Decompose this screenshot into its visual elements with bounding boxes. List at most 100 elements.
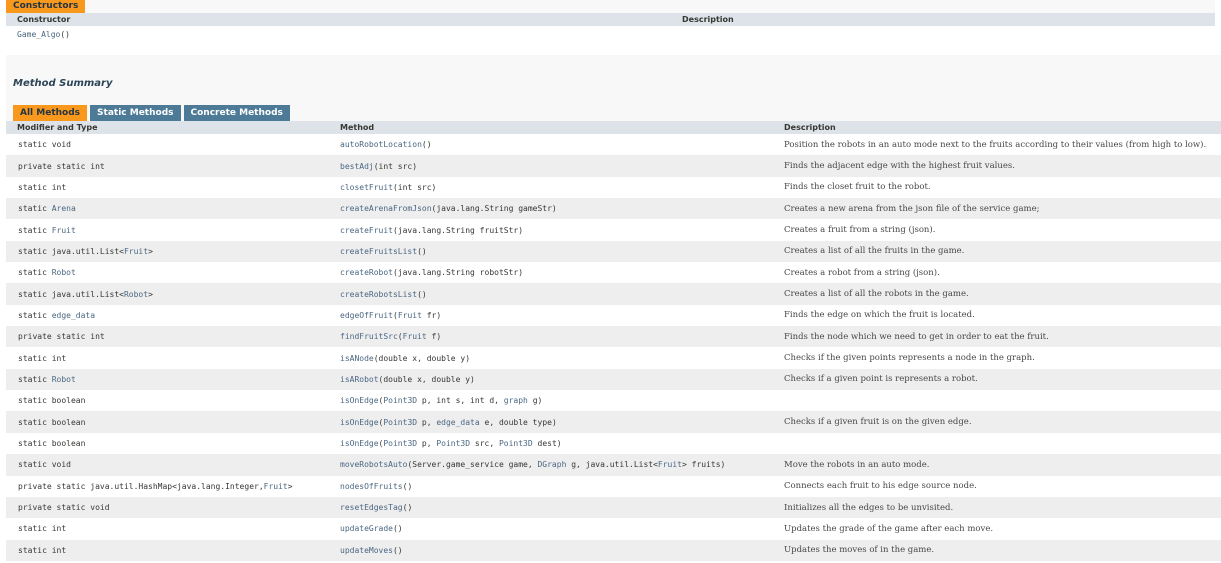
type-link[interactable]: Fruit xyxy=(124,247,148,256)
method-name-link[interactable]: createRobot xyxy=(340,268,393,277)
method-name-link[interactable]: createFruitsList xyxy=(340,247,417,256)
method-table-header: Modifier and Type Method Description xyxy=(6,121,1221,134)
method-description: Connects each fruit to his edge source n… xyxy=(784,481,977,492)
method-signature-cell: isOnEdge(Point3D p, int s, int d, graph … xyxy=(322,396,772,405)
signature-text: fr) xyxy=(421,310,442,320)
modifier-type-cell: static java.util.List<Fruit> xyxy=(6,247,322,256)
constructor-description-header: Description xyxy=(682,15,734,24)
signature-text: static void xyxy=(18,140,71,150)
method-name-link[interactable]: updateMoves xyxy=(340,546,393,555)
signature-text: (int src) xyxy=(373,161,418,171)
modifier-type-cell: static int xyxy=(6,524,322,533)
type-link[interactable]: Point3D xyxy=(499,439,533,448)
type-link[interactable]: Robot xyxy=(124,290,148,299)
modifier-type-cell: private static java.util.HashMap<java.la… xyxy=(6,482,322,491)
method-signature-cell: autoRobotLocation() xyxy=(322,140,772,149)
method-name-link[interactable]: edgeOfFruit xyxy=(340,311,393,320)
type-link[interactable]: Fruit xyxy=(264,482,288,491)
signature-text: static xyxy=(18,310,52,320)
type-link[interactable]: graph xyxy=(504,396,528,405)
modifier-type-cell: private static int xyxy=(6,162,322,171)
signature-text: (double x, double y) xyxy=(373,353,471,363)
constructor-params: () xyxy=(60,30,70,39)
signature-text: (java.lang.String fruitStr) xyxy=(392,225,524,235)
signature-text: e, double type) xyxy=(479,417,557,427)
type-link[interactable]: Robot xyxy=(52,268,76,277)
signature-text: private static int xyxy=(18,332,105,342)
type-link[interactable]: Fruit xyxy=(398,311,422,320)
method-description: Move the robots in an auto mode. xyxy=(784,459,930,470)
method-name-link[interactable]: createFruit xyxy=(340,226,393,235)
modifier-type-cell: static edge_data xyxy=(6,311,322,320)
method-name-link[interactable]: updateGrade xyxy=(340,524,393,533)
method-name-link[interactable]: createRobotsList xyxy=(340,290,417,299)
type-link[interactable]: Point3D xyxy=(383,418,417,427)
type-link[interactable]: Arena xyxy=(52,204,76,213)
method-name-link[interactable]: bestAdj xyxy=(340,162,374,171)
signature-text: p, xyxy=(417,417,437,427)
method-name-link[interactable]: resetEdgesTag xyxy=(340,503,403,512)
modifier-type-cell: static Robot xyxy=(6,268,322,277)
signature-text: (Server.game_service game, xyxy=(407,460,538,470)
signature-text: static xyxy=(18,374,52,384)
signature-text: static xyxy=(18,225,52,235)
modifier-type-cell: static Fruit xyxy=(6,226,322,235)
type-link[interactable]: Robot xyxy=(52,375,76,384)
method-description: Creates a robot from a string (json). xyxy=(784,267,940,278)
modifier-type-cell: static java.util.List<Robot> xyxy=(6,290,322,299)
constructors-caption-tab: Constructors xyxy=(6,0,86,13)
type-link[interactable]: DGraph xyxy=(537,460,566,469)
modifier-type-cell: static void xyxy=(6,460,322,469)
signature-text: static xyxy=(18,268,52,278)
method-description: Initializes all the edges to be unvisite… xyxy=(784,502,954,513)
method-name-link[interactable]: isANode xyxy=(340,354,374,363)
modifier-type-cell: static boolean xyxy=(6,396,322,405)
method-signature-cell: createFruit(java.lang.String fruitStr) xyxy=(322,226,772,235)
method-name-link[interactable]: nodesOfFruits xyxy=(340,482,403,491)
constructor-column-header: Constructor xyxy=(17,15,71,24)
signature-text: private static int xyxy=(18,161,105,171)
signature-text: static void xyxy=(18,460,71,470)
signature-text: dest) xyxy=(532,438,562,448)
signature-text: static boolean xyxy=(18,438,86,448)
method-signature-cell: createArenaFromJson(java.lang.String gam… xyxy=(322,204,772,213)
method-name-link[interactable]: createArenaFromJson xyxy=(340,204,432,213)
constructor-link[interactable]: Game_Algo xyxy=(17,30,60,39)
tab-all-methods[interactable]: All Methods xyxy=(13,105,88,121)
method-name-link[interactable]: isOnEdge xyxy=(340,418,379,427)
signature-text: p, xyxy=(417,438,437,448)
signature-text: private static void xyxy=(18,503,110,513)
method-name-link[interactable]: findFruitSrc xyxy=(340,332,398,341)
method-name-link[interactable]: isOnEdge xyxy=(340,396,379,405)
type-link[interactable]: Fruit xyxy=(52,226,76,235)
modifier-column-header: Modifier and Type xyxy=(17,123,98,132)
tab-static-methods[interactable]: Static Methods xyxy=(90,105,181,121)
signature-text: > xyxy=(287,481,293,491)
type-link[interactable]: edge_data xyxy=(436,418,479,427)
modifier-type-cell: static int xyxy=(6,354,322,363)
method-description: Creates a list of all the robots in the … xyxy=(784,289,969,300)
type-link[interactable]: Point3D xyxy=(436,439,470,448)
method-row: static edge_data edgeOfFruit(Fruit fr) Fin… xyxy=(6,304,1221,327)
type-link[interactable]: Fruit xyxy=(403,332,427,341)
modifier-type-cell: private static int xyxy=(6,332,322,341)
method-row: static boolean isOnEdge(Point3D p, edge_d… xyxy=(6,411,1221,433)
signature-text: > xyxy=(148,289,153,299)
method-signature-cell: bestAdj(int src) xyxy=(322,162,772,171)
method-name-link[interactable]: isARobot xyxy=(340,375,379,384)
method-signature-cell: updateGrade() xyxy=(322,524,772,533)
method-description: Finds the edge on which the fruit is loc… xyxy=(784,310,975,321)
method-row: static int closetFruit(int src) Finds the … xyxy=(6,176,1221,199)
type-link[interactable]: Point3D xyxy=(383,439,417,448)
method-name-link[interactable]: isOnEdge xyxy=(340,439,379,448)
type-link[interactable]: edge_data xyxy=(52,311,95,320)
method-description: Finds the closet fruit to the robot. xyxy=(784,182,931,193)
modifier-type-cell: static int xyxy=(6,546,322,555)
tab-concrete-methods[interactable]: Concrete Methods xyxy=(183,105,290,121)
type-link[interactable]: Point3D xyxy=(383,396,417,405)
method-name-link[interactable]: moveRobotsAuto xyxy=(340,460,407,469)
method-name-link[interactable]: autoRobotLocation xyxy=(340,140,422,149)
method-name-link[interactable]: closetFruit xyxy=(340,183,393,192)
type-link[interactable]: Fruit xyxy=(658,460,682,469)
modifier-type-cell: static boolean xyxy=(6,439,322,448)
